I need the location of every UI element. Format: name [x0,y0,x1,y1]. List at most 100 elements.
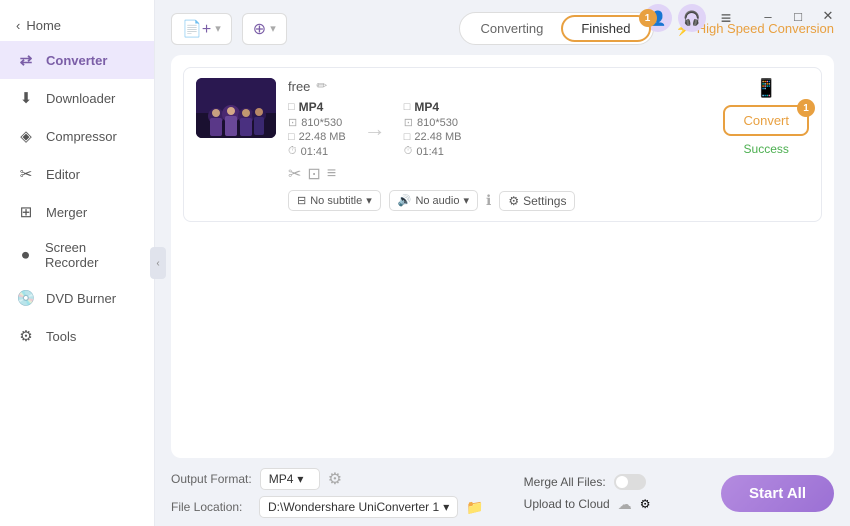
sidebar-back[interactable]: ‹ Home [0,10,154,41]
size-icon: □ [288,131,295,143]
format-icon: □ [288,101,295,113]
convert-label: Convert [743,113,789,128]
minimize-button[interactable]: – [754,2,782,30]
sidebar-item-converter[interactable]: ⇄ Converter [0,41,154,79]
merge-files-label: Merge All Files: [524,475,606,489]
home-label: Home [26,18,61,33]
output-format-value: MP4 [269,472,294,486]
format-chevron: ▾ [297,472,303,486]
merger-icon: ⊞ [16,202,36,222]
path-chevron: ▾ [443,500,449,514]
sidebar-item-dvd-burner[interactable]: 💿 DVD Burner [0,279,154,317]
audio-icon: 🔊 [398,194,412,207]
sidebar-item-label: Screen Recorder [45,240,138,270]
device-icon[interactable]: 📱 [755,78,777,99]
cloud-settings-icon[interactable]: ⚙ [640,497,651,511]
maximize-button[interactable]: □ [784,2,812,30]
scissors-icon[interactable]: ✂ [288,164,301,184]
audio-chevron: ▾ [463,194,469,207]
dvd-burner-icon: 💿 [16,288,36,308]
output-duration: 01:41 [416,146,444,158]
output-size: 22.48 MB [414,131,461,143]
card-right: 📱 Convert 1 Success [723,78,809,156]
input-format: MP4 [299,100,324,114]
format-info-row: □ MP4 ⊡ 810*530 □ 22.48 MB ⏱ [288,100,711,158]
audio-label: No audio [415,195,459,207]
back-arrow-icon: ‹ [16,18,20,33]
output-dimension: 810*530 [417,117,458,129]
dimension-icon: ⊡ [288,116,297,129]
subtitle-row: ⊟ No subtitle ▾ 🔊 No audio ▾ ℹ ⚙ Setting… [288,190,711,211]
sidebar-item-label: Tools [46,329,76,344]
convert-button[interactable]: Convert 1 [723,105,809,136]
input-duration: 01:41 [301,146,329,158]
sidebar-item-label: Compressor [46,129,117,144]
toggle-knob [616,476,628,488]
audio-select[interactable]: 🔊 No audio ▾ [389,190,478,211]
format-settings-icon[interactable]: ⚙ [328,469,342,489]
input-dimension: 810*530 [301,117,342,129]
crop-icon[interactable]: ⊡ [307,164,320,184]
output-info: □ MP4 ⊡ 810*530 □ 22.48 MB ⏱ [404,100,462,158]
tools-icon: ⚙ [16,326,36,346]
sidebar-item-label: Editor [46,167,80,182]
bottom-left: Output Format: MP4 ▾ ⚙ File Location: D:… [171,468,484,518]
file-card: free ✏ □ MP4 ⊡ 810*530 [183,67,822,222]
main-area: 📄+ ▾ ⊕ ▾ Converting Finished 1 ⚡ High Sp… [155,0,850,526]
sidebar-item-screen-recorder[interactable]: ⏺ Screen Recorder [0,231,154,279]
file-location-value: D:\Wondershare UniConverter 1 [268,500,439,514]
output-dimension-icon: ⊡ [404,116,413,129]
subtitle-select[interactable]: ⊟ No subtitle ▾ [288,190,381,211]
edit-icon[interactable]: ✏ [316,78,327,94]
downloader-icon: ⬇ [16,88,36,108]
sidebar-item-compressor[interactable]: ◈ Compressor [0,117,154,155]
subtitle-chevron: ▾ [366,194,372,207]
subtitle-icon: ⊟ [297,194,306,207]
file-name: free [288,79,310,94]
convert-badge: 1 [797,99,815,117]
settings-button[interactable]: ⚙ Settings [499,191,575,211]
effects-icon[interactable]: ≡ [327,165,336,183]
file-info: free ✏ □ MP4 ⊡ 810*530 [288,78,711,211]
output-format-select[interactable]: MP4 ▾ [260,468,320,490]
bottom-center: Merge All Files: Upload to Cloud ☁ ⚙ [524,474,651,513]
screen-recorder-icon: ⏺ [16,245,35,265]
output-size-icon: □ [404,131,411,143]
duration-icon: ⏱ [288,145,297,158]
compressor-icon: ◈ [16,126,36,146]
arrow-icon: → [364,116,386,142]
sidebar-item-editor[interactable]: ✂ Editor [0,155,154,193]
status-badge: Success [744,142,789,156]
content-area: free ✏ □ MP4 ⊡ 810*530 [171,55,834,458]
converter-icon: ⇄ [16,50,36,70]
subtitle-label: No subtitle [310,195,362,207]
input-size: 22.48 MB [299,131,346,143]
sidebar: ‹ Home ⇄ Converter ⬇ Downloader ◈ Compre… [0,0,155,526]
file-thumbnail [196,78,276,138]
sidebar-item-downloader[interactable]: ⬇ Downloader [0,79,154,117]
output-format-icon: □ [404,101,411,113]
cloud-icon[interactable]: ☁ [618,496,632,513]
settings-gear-icon: ⚙ [508,194,519,208]
sidebar-item-label: Downloader [46,91,115,106]
sidebar-collapse-button[interactable]: ‹ [150,247,166,279]
tool-icons-row: ✂ ⊡ ≡ [288,164,711,184]
start-all-button[interactable]: Start All [721,475,834,512]
browse-folder-icon[interactable]: 📁 [466,499,483,516]
close-button[interactable]: ✕ [814,2,842,30]
sidebar-item-label: Merger [46,205,87,220]
output-format: MP4 [414,100,439,114]
output-format-label: Output Format: [171,472,252,486]
file-location-select[interactable]: D:\Wondershare UniConverter 1 ▾ [259,496,458,518]
sidebar-item-tools[interactable]: ⚙ Tools [0,317,154,355]
input-info: □ MP4 ⊡ 810*530 □ 22.48 MB ⏱ [288,100,346,158]
file-location-label: File Location: [171,500,251,514]
info-icon[interactable]: ℹ [486,192,491,209]
merge-toggle[interactable] [614,474,646,490]
editor-icon: ✂ [16,164,36,184]
sidebar-item-label: DVD Burner [46,291,116,306]
upload-cloud-label: Upload to Cloud [524,497,610,511]
output-duration-icon: ⏱ [404,145,413,158]
sidebar-item-merger[interactable]: ⊞ Merger [0,193,154,231]
settings-label: Settings [523,194,566,208]
